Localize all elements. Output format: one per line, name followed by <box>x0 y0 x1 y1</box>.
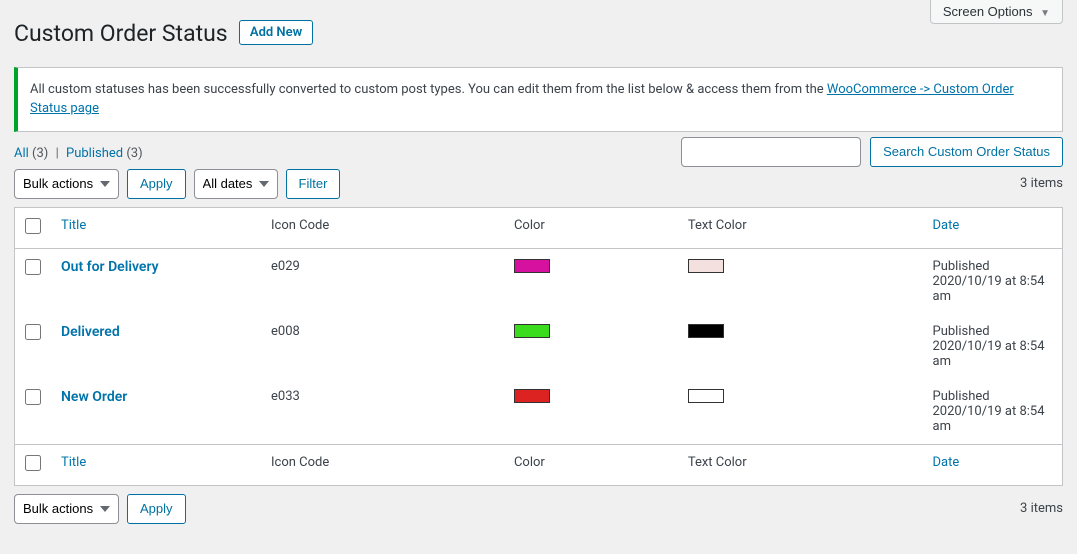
column-color-header: Color <box>504 207 678 248</box>
row-iconcode: e008 <box>261 314 504 379</box>
select-all-checkbox-bottom[interactable] <box>25 455 41 471</box>
row-iconcode: e029 <box>261 248 504 314</box>
items-count-top: 3 items <box>1020 176 1063 191</box>
search-button[interactable]: Search Custom Order Status <box>870 137 1063 167</box>
add-new-button[interactable]: Add New <box>239 20 313 45</box>
column-date-header[interactable]: Date <box>923 207 1063 248</box>
row-date: Published 2020/10/19 at 8:54 am <box>923 248 1063 314</box>
column-title-header[interactable]: Title <box>51 207 261 248</box>
column-textcolor-header: Text Color <box>678 207 923 248</box>
column-textcolor-footer: Text Color <box>678 444 923 485</box>
search-input[interactable] <box>681 137 861 167</box>
success-notice: All custom statuses has been successfull… <box>14 67 1063 132</box>
row-title-link[interactable]: Delivered <box>61 324 120 340</box>
row-title-link[interactable]: Out for Delivery <box>61 259 159 275</box>
bulk-actions-select[interactable]: Bulk actions <box>14 169 119 199</box>
filter-published-count: (3) <box>126 146 142 161</box>
chevron-down-icon: ▼ <box>1040 8 1050 19</box>
row-textcolor-swatch <box>688 259 724 273</box>
row-color-swatch <box>514 259 550 273</box>
filter-all-link[interactable]: All <box>14 146 29 161</box>
column-iconcode-footer: Icon Code <box>261 444 504 485</box>
row-checkbox[interactable] <box>25 389 41 405</box>
filter-all-count: (3) <box>32 146 48 161</box>
filter-button[interactable]: Filter <box>286 169 341 199</box>
items-count-bottom: 3 items <box>1020 501 1063 516</box>
table-row: New Order e033 Published 2020/10/19 at 8… <box>15 379 1063 445</box>
bulk-actions-select-bottom[interactable]: Bulk actions <box>14 494 119 524</box>
custom-order-status-table: Title Icon Code Color Text Color Date Ou… <box>14 207 1063 486</box>
row-iconcode: e033 <box>261 379 504 445</box>
row-color-swatch <box>514 389 550 403</box>
row-date: Published 2020/10/19 at 8:54 am <box>923 379 1063 445</box>
notice-text: All custom statuses has been successfull… <box>30 82 827 97</box>
screen-options-button[interactable]: Screen Options ▼ <box>930 0 1063 24</box>
row-checkbox[interactable] <box>25 324 41 340</box>
row-checkbox[interactable] <box>25 259 41 275</box>
column-date-footer[interactable]: Date <box>923 444 1063 485</box>
page-title: Custom Order Status <box>14 10 228 53</box>
apply-bulk-button[interactable]: Apply <box>127 169 186 199</box>
table-row: Delivered e008 Published 2020/10/19 at 8… <box>15 314 1063 379</box>
row-date: Published 2020/10/19 at 8:54 am <box>923 314 1063 379</box>
date-filter-select[interactable]: All dates <box>194 169 278 199</box>
apply-bulk-button-bottom[interactable]: Apply <box>127 494 186 524</box>
screen-options-label: Screen Options <box>943 4 1033 19</box>
filter-published-link[interactable]: Published <box>66 146 123 161</box>
table-row: Out for Delivery e029 Published 2020/10/… <box>15 248 1063 314</box>
row-color-swatch <box>514 324 550 338</box>
column-title-footer[interactable]: Title <box>51 444 261 485</box>
row-title-link[interactable]: New Order <box>61 389 127 405</box>
separator: | <box>56 146 59 161</box>
row-textcolor-swatch <box>688 389 724 403</box>
row-textcolor-swatch <box>688 324 724 338</box>
column-color-footer: Color <box>504 444 678 485</box>
column-iconcode-header: Icon Code <box>261 207 504 248</box>
select-all-checkbox-top[interactable] <box>25 218 41 234</box>
